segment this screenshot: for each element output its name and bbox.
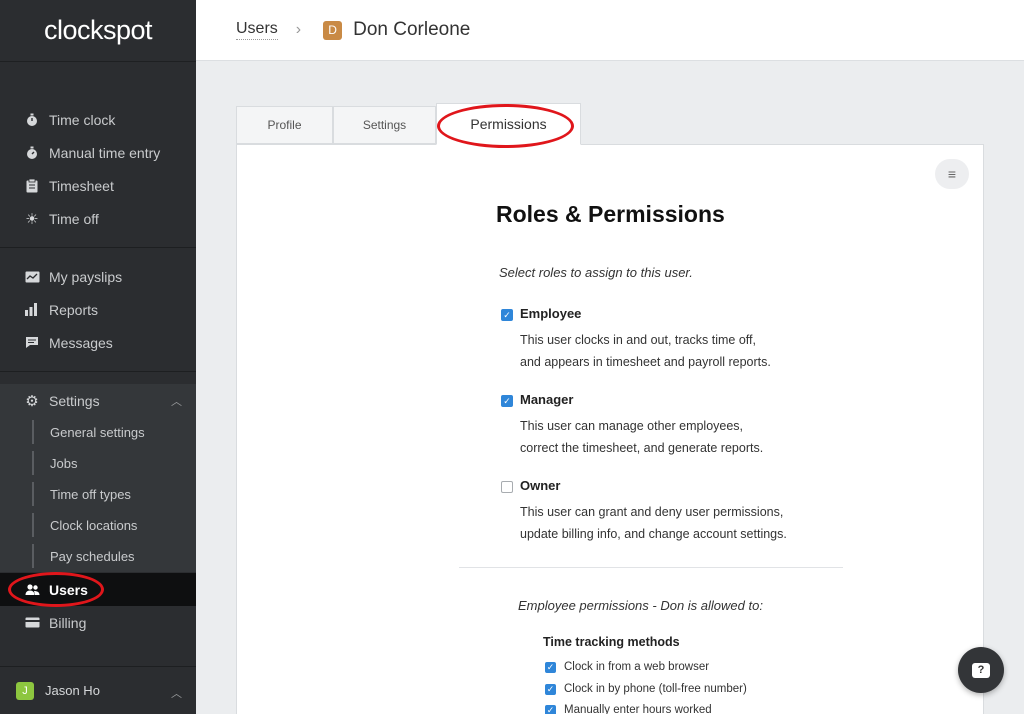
sidebar-item-users[interactable]: Users — [0, 573, 196, 606]
sidebar-item-reports[interactable]: Reports — [0, 293, 196, 326]
avatar: J — [16, 681, 34, 700]
role-desc-line: correct the timesheet, and generate repo… — [520, 441, 764, 455]
sidebar: clockspot Time clock Manual time entry T… — [0, 0, 196, 714]
menu-icon[interactable]: ≡ — [935, 159, 969, 189]
role-name: Employee — [520, 306, 582, 321]
sidebar-item-label: My payslips — [49, 268, 123, 285]
permissions-heading: Time tracking methods — [543, 635, 680, 649]
sidebar-item-label: Timesheet — [49, 177, 114, 194]
stopwatch-icon — [24, 145, 40, 161]
bar-chart-icon — [24, 302, 40, 318]
sidebar-item-settings[interactable]: ⚙ Settings ︿ — [0, 384, 196, 417]
sun-icon: ☀ — [25, 210, 39, 228]
tab-settings[interactable]: Settings — [333, 106, 436, 144]
sidebar-subitem-jobs[interactable]: Jobs — [32, 451, 77, 475]
chevron-up-icon[interactable]: ︿ — [171, 393, 182, 409]
chevron-up-icon[interactable]: ︿ — [171, 685, 182, 701]
perm-checkbox[interactable]: ✓ — [545, 662, 556, 673]
payslip-icon — [24, 269, 40, 285]
role-owner-checkbox[interactable] — [501, 481, 513, 493]
help-icon: ? — [972, 662, 990, 678]
perm-label: Clock in from a web browser — [564, 661, 710, 673]
sidebar-subitem-clock-locations[interactable]: Clock locations — [32, 513, 137, 537]
role-description: This user can manage other employees, co… — [520, 415, 763, 459]
sidebar-item-timesheet[interactable]: Timesheet — [0, 169, 196, 202]
role-manager-checkbox[interactable]: ✓ — [501, 395, 513, 407]
role-employee-checkbox[interactable]: ✓ — [501, 309, 513, 321]
credit-card-icon — [24, 615, 40, 631]
role-desc-line: This user clocks in and out, tracks time… — [520, 333, 756, 347]
help-chat-button[interactable]: ? — [958, 647, 1004, 693]
sidebar-divider — [0, 371, 196, 372]
role-description: This user clocks in and out, tracks time… — [520, 329, 771, 373]
perm-label: Manually enter hours worked — [564, 704, 712, 714]
sidebar-item-label: Settings — [49, 392, 100, 409]
clipboard-icon — [24, 178, 40, 194]
section-divider — [459, 567, 843, 568]
gears-icon: ⚙ — [25, 392, 39, 410]
sidebar-item-manual-time-entry[interactable]: Manual time entry — [0, 136, 196, 169]
role-description: This user can grant and deny user permis… — [520, 501, 787, 545]
perm-checkbox[interactable]: ✓ — [545, 705, 556, 714]
sidebar-item-label: Manual time entry — [49, 144, 161, 161]
current-user-menu[interactable]: J Jason Ho ︿ — [0, 666, 196, 714]
message-icon — [24, 335, 40, 351]
sidebar-item-label: Billing — [49, 614, 87, 631]
user-avatar: D — [323, 20, 343, 40]
current-user-name: Jason Ho — [45, 683, 100, 698]
sidebar-divider — [0, 247, 196, 248]
sidebar-subitem-time-off-types[interactable]: Time off types — [32, 482, 131, 506]
role-desc-line: This user can manage other employees, — [520, 419, 744, 433]
sidebar-item-time-clock[interactable]: Time clock — [0, 103, 196, 136]
stopwatch-icon — [24, 112, 40, 128]
page-title: Don Corleone — [353, 19, 471, 40]
sidebar-item-label: Messages — [49, 334, 113, 351]
section-title: Roles & Permissions — [496, 201, 725, 227]
sidebar-subitem-pay-schedules[interactable]: Pay schedules — [32, 544, 135, 568]
roles-intro: Select roles to assign to this user. — [499, 265, 693, 280]
clockspot-logo[interactable]: clockspot — [0, 0, 196, 62]
role-desc-line: update billing info, and change account … — [520, 527, 787, 541]
role-desc-line: and appears in timesheet and payroll rep… — [520, 355, 771, 369]
users-icon — [24, 582, 40, 598]
tab-profile[interactable]: Profile — [236, 106, 333, 144]
sidebar-item-label: Time off — [49, 210, 99, 227]
sidebar-item-my-payslips[interactable]: My payslips — [0, 260, 196, 293]
sidebar-item-time-off[interactable]: ☀ Time off — [0, 202, 196, 235]
sidebar-item-messages[interactable]: Messages — [0, 326, 196, 359]
permissions-panel: ≡ Roles & Permissions Select roles to as… — [236, 144, 984, 714]
perm-label: Clock in by phone (toll-free number) — [564, 683, 747, 695]
role-name: Owner — [520, 478, 561, 493]
perm-checkbox[interactable]: ✓ — [545, 684, 556, 695]
breadcrumb-users[interactable]: Users — [236, 20, 278, 40]
sidebar-subitem-general-settings[interactable]: General settings — [32, 420, 145, 444]
sidebar-item-billing[interactable]: Billing — [0, 606, 196, 639]
permissions-intro: Employee permissions - Don is allowed to… — [518, 598, 763, 613]
role-desc-line: This user can grant and deny user permis… — [520, 505, 784, 519]
sidebar-item-label: Time clock — [49, 111, 116, 128]
sidebar-item-label: Users — [49, 581, 88, 598]
role-name: Manager — [520, 392, 574, 407]
tab-permissions[interactable]: Permissions — [436, 103, 581, 145]
chevron-right-icon: › — [295, 21, 302, 38]
sidebar-item-label: Reports — [49, 301, 99, 318]
page-header: Users › D Don Corleone — [196, 0, 1024, 61]
